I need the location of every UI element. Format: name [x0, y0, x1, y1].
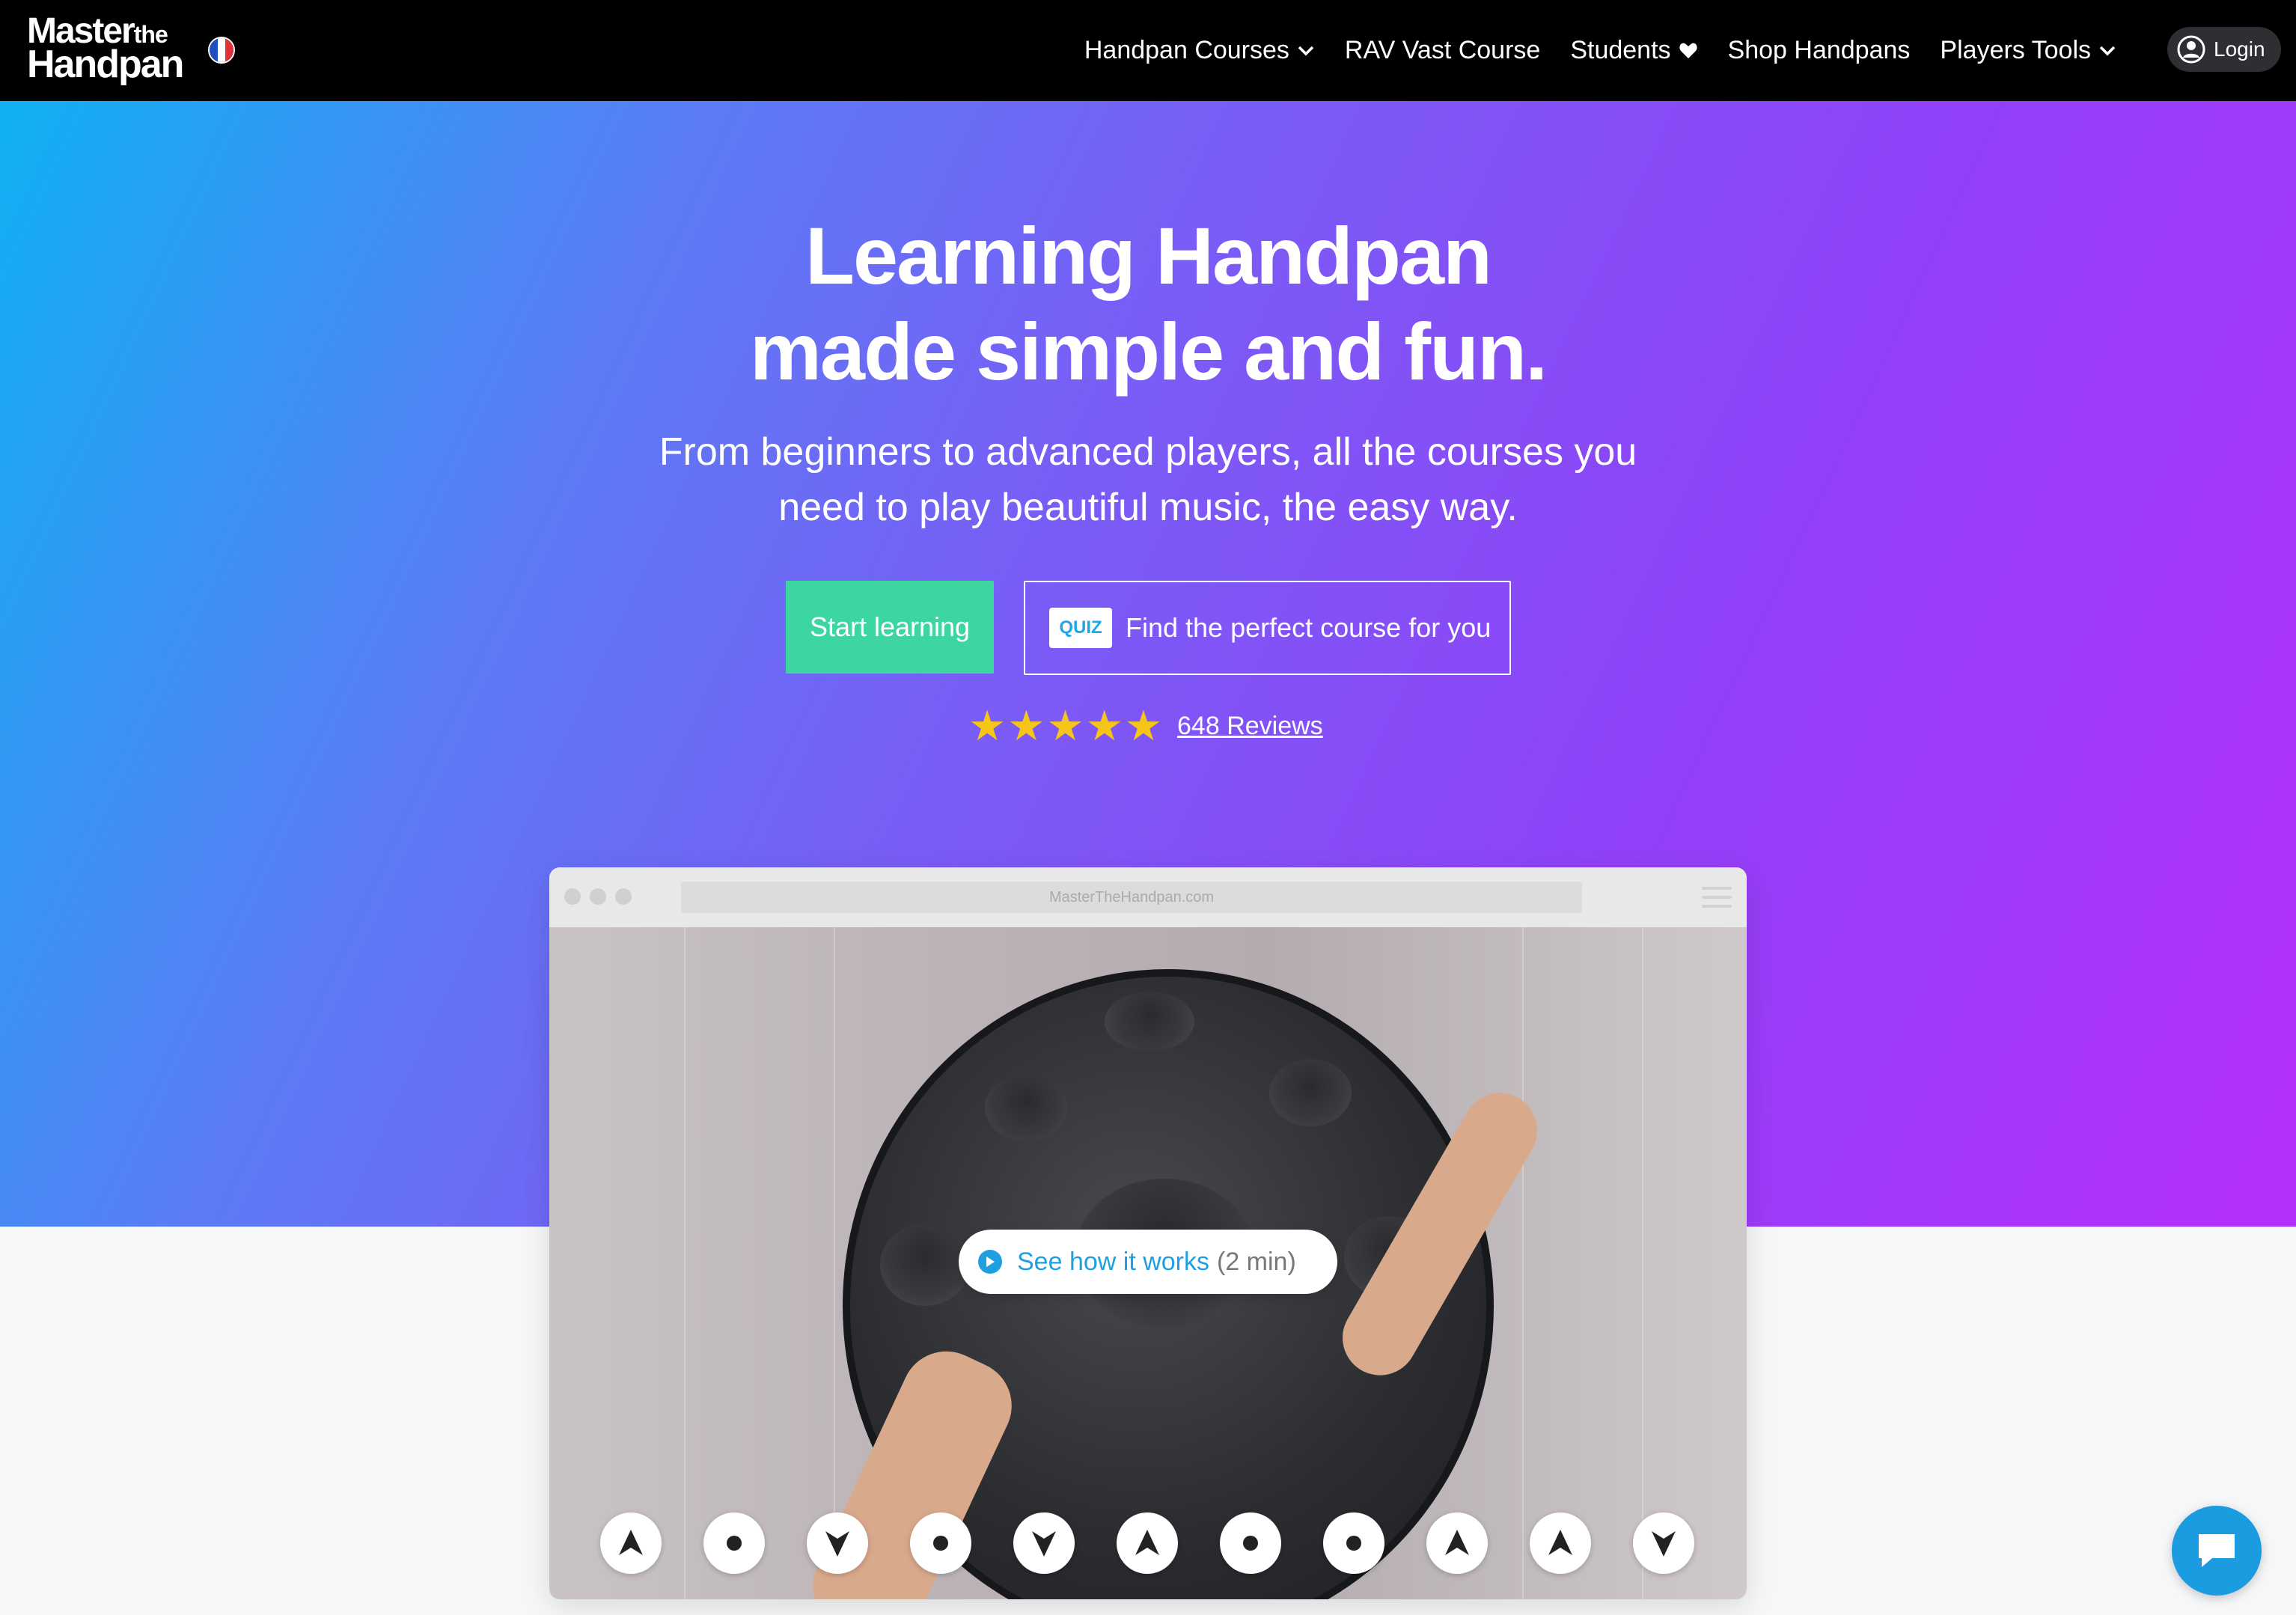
handpan-tone-field [985, 1074, 1067, 1141]
floor-plank [1642, 927, 1643, 1599]
dot-icon [1243, 1536, 1258, 1551]
hero-title: Learning Handpan made simple and fun. [0, 208, 2296, 400]
note-arrow-down-button[interactable] [1013, 1512, 1075, 1574]
note-arrow-down-button[interactable] [1633, 1512, 1694, 1574]
nav-item-label: Students [1570, 36, 1671, 64]
arrow-up-icon [1548, 1530, 1572, 1555]
course-quiz-button[interactable]: QUIZ Find the perfect course for you [1024, 581, 1511, 675]
star-icon: ★ [968, 702, 1007, 749]
star-icon: ★ [1124, 702, 1163, 749]
handpan-tone-field [1269, 1059, 1352, 1126]
french-flag-icon[interactable] [208, 37, 235, 64]
video-preview[interactable]: See how it works (2 min) [549, 927, 1747, 1599]
play-duration: (2 min) [1217, 1247, 1296, 1276]
chevron-down-icon [1298, 46, 1314, 55]
start-learning-button[interactable]: Start learning [786, 581, 994, 674]
quiz-badge: QUIZ [1049, 608, 1112, 648]
hero-subtitle: From beginners to advanced players, all … [0, 424, 2296, 535]
dot-icon [727, 1536, 742, 1551]
nav-item-handpan-courses[interactable]: Handpan Courses [1069, 36, 1330, 65]
arrow-up-icon [1135, 1530, 1159, 1555]
window-dot-icon [564, 888, 581, 905]
chat-button[interactable] [2172, 1506, 2262, 1596]
nav-item-label: RAV Vast Course [1344, 36, 1541, 64]
hero-title-line1: Learning Handpan [804, 210, 1492, 301]
address-bar: MasterTheHandpan.com [681, 882, 1582, 913]
login-label: Login [2214, 37, 2265, 61]
play-icon [978, 1250, 1002, 1274]
nav-item-label: Handpan Courses [1084, 36, 1289, 64]
arrow-down-icon [1652, 1531, 1676, 1557]
note-dot-button[interactable] [1323, 1512, 1384, 1574]
note-dot-button[interactable] [1220, 1512, 1281, 1574]
hero-subtitle-line1: From beginners to advanced players, all … [659, 430, 1637, 474]
rating-row: ★ ★ ★ ★ ★ 648 Reviews [968, 703, 1323, 748]
heart-icon [1679, 43, 1697, 58]
site-logo[interactable]: Masterthe Handpan [27, 12, 184, 86]
note-arrow-up-button[interactable] [1117, 1512, 1178, 1574]
nav-item-shop-handpans[interactable]: Shop Handpans [1713, 36, 1926, 65]
play-label: See how it works [1017, 1247, 1209, 1276]
main-menu: Handpan Courses RAV Vast Course Students… [1069, 0, 2131, 101]
arrow-up-icon [1445, 1530, 1469, 1555]
nav-item-players-tools[interactable]: Players Tools [1925, 36, 2131, 65]
floor-plank [834, 927, 835, 1599]
hero-title-line2: made simple and fun. [749, 306, 1548, 397]
star-icon: ★ [1046, 702, 1084, 749]
logo-text-handpan: Handpan [27, 43, 184, 86]
note-arrow-up-button[interactable] [1530, 1512, 1591, 1574]
nav-item-label: Players Tools [1940, 36, 2091, 64]
chat-bubble-icon [2199, 1534, 2235, 1567]
note-dot-button[interactable] [703, 1512, 765, 1574]
browser-mockup: MasterTheHandpan.com See how it works (2… [549, 867, 1747, 1599]
hero-subtitle-line2: need to play beautiful music, the easy w… [778, 486, 1518, 529]
star-icon: ★ [1007, 702, 1045, 749]
nav-item-label: Shop Handpans [1727, 36, 1911, 64]
handpan-tone-field [1105, 992, 1194, 1051]
hamburger-menu-icon [1702, 887, 1732, 914]
note-sequence [600, 1512, 1694, 1574]
note-arrow-down-button[interactable] [807, 1512, 868, 1574]
login-button[interactable]: Login [2167, 27, 2281, 72]
note-arrow-up-button[interactable] [600, 1512, 662, 1574]
note-dot-button[interactable] [910, 1512, 971, 1574]
window-dot-icon [615, 888, 632, 905]
user-circle-icon [2177, 35, 2205, 64]
nav-item-rav-vast-course[interactable]: RAV Vast Course [1330, 36, 1555, 65]
handpan-tone-field [880, 1224, 970, 1306]
window-dot-icon [590, 888, 606, 905]
arrow-down-icon [1032, 1531, 1056, 1557]
browser-toolbar: MasterTheHandpan.com [549, 867, 1747, 927]
chevron-down-icon [2099, 46, 2116, 55]
floor-plank [684, 927, 686, 1599]
arrow-up-icon [619, 1530, 643, 1555]
arrow-down-icon [825, 1531, 849, 1557]
dot-icon [1346, 1536, 1361, 1551]
see-how-it-works-button[interactable]: See how it works (2 min) [959, 1230, 1337, 1294]
note-arrow-up-button[interactable] [1426, 1512, 1488, 1574]
quiz-button-label: Find the perfect course for you [1126, 612, 1492, 643]
star-icon: ★ [1085, 702, 1123, 749]
nav-item-students[interactable]: Students [1555, 36, 1712, 65]
top-navbar: Masterthe Handpan Handpan Courses RAV Va… [0, 0, 2296, 101]
dot-icon [933, 1536, 948, 1551]
floor-plank [1522, 927, 1524, 1599]
reviews-link[interactable]: 648 Reviews [1177, 712, 1323, 741]
